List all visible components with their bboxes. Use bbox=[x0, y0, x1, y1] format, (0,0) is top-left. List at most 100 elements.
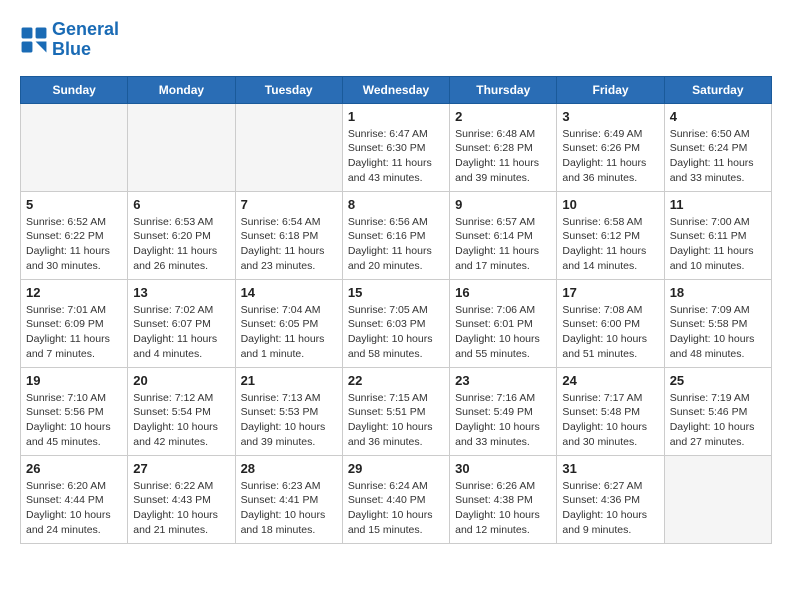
calendar-cell: 27Sunrise: 6:22 AM Sunset: 4:43 PM Dayli… bbox=[128, 455, 235, 543]
calendar-cell: 26Sunrise: 6:20 AM Sunset: 4:44 PM Dayli… bbox=[21, 455, 128, 543]
calendar-cell bbox=[664, 455, 771, 543]
day-info: Sunrise: 6:54 AM Sunset: 6:18 PM Dayligh… bbox=[241, 215, 337, 274]
day-info: Sunrise: 7:04 AM Sunset: 6:05 PM Dayligh… bbox=[241, 303, 337, 362]
day-info: Sunrise: 7:01 AM Sunset: 6:09 PM Dayligh… bbox=[26, 303, 122, 362]
calendar-cell: 9 Sunrise: 6:57 AM Sunset: 6:14 PM Daylig… bbox=[450, 191, 557, 279]
day-info: Sunrise: 7:15 AM Sunset: 5:51 PM Dayligh… bbox=[348, 391, 444, 450]
day-number: 15 bbox=[348, 285, 444, 300]
day-info: Sunrise: 7:09 AM Sunset: 5:58 PM Dayligh… bbox=[670, 303, 766, 362]
calendar-cell: 18 Sunrise: 7:09 AM Sunset: 5:58 PM Dayli… bbox=[664, 279, 771, 367]
day-info: Sunrise: 7:13 AM Sunset: 5:53 PM Dayligh… bbox=[241, 391, 337, 450]
calendar-cell: 24 Sunrise: 7:17 AM Sunset: 5:48 PM Dayli… bbox=[557, 367, 664, 455]
day-info: Sunrise: 6:47 AM Sunset: 6:30 PM Dayligh… bbox=[348, 127, 444, 186]
calendar-cell: 20Sunrise: 7:12 AM Sunset: 5:54 PM Dayli… bbox=[128, 367, 235, 455]
calendar-table: SundayMondayTuesdayWednesdayThursdayFrid… bbox=[20, 76, 772, 544]
calendar-cell: 4Sunrise: 6:50 AM Sunset: 6:24 PM Daylig… bbox=[664, 103, 771, 191]
day-info: Sunrise: 7:00 AM Sunset: 6:11 PM Dayligh… bbox=[670, 215, 766, 274]
day-info: Sunrise: 6:49 AM Sunset: 6:26 PM Dayligh… bbox=[562, 127, 658, 186]
day-number: 18 bbox=[670, 285, 766, 300]
header-wednesday: Wednesday bbox=[342, 76, 449, 103]
day-number: 21 bbox=[241, 373, 337, 388]
calendar-cell: 25Sunrise: 7:19 AM Sunset: 5:46 PM Dayli… bbox=[664, 367, 771, 455]
calendar-cell: 8 Sunrise: 6:56 AM Sunset: 6:16 PM Daylig… bbox=[342, 191, 449, 279]
day-info: Sunrise: 6:56 AM Sunset: 6:16 PM Dayligh… bbox=[348, 215, 444, 274]
calendar-cell: 31 Sunrise: 6:27 AM Sunset: 4:36 PM Dayli… bbox=[557, 455, 664, 543]
day-info: Sunrise: 6:53 AM Sunset: 6:20 PM Dayligh… bbox=[133, 215, 229, 274]
day-info: Sunrise: 7:08 AM Sunset: 6:00 PM Dayligh… bbox=[562, 303, 658, 362]
calendar-cell bbox=[235, 103, 342, 191]
day-info: Sunrise: 6:57 AM Sunset: 6:14 PM Dayligh… bbox=[455, 215, 551, 274]
day-number: 9 bbox=[455, 197, 551, 212]
calendar-cell: 13Sunrise: 7:02 AM Sunset: 6:07 PM Dayli… bbox=[128, 279, 235, 367]
day-number: 19 bbox=[26, 373, 122, 388]
calendar-cell: 29Sunrise: 6:24 AM Sunset: 4:40 PM Dayli… bbox=[342, 455, 449, 543]
day-number: 8 bbox=[348, 197, 444, 212]
day-number: 4 bbox=[670, 109, 766, 124]
calendar-cell: 12 Sunrise: 7:01 AM Sunset: 6:09 PM Dayli… bbox=[21, 279, 128, 367]
day-number: 24 bbox=[562, 373, 658, 388]
day-info: Sunrise: 7:10 AM Sunset: 5:56 PM Dayligh… bbox=[26, 391, 122, 450]
day-info: Sunrise: 6:58 AM Sunset: 6:12 PM Dayligh… bbox=[562, 215, 658, 274]
page-header: General Blue bbox=[20, 20, 772, 60]
header-saturday: Saturday bbox=[664, 76, 771, 103]
day-number: 20 bbox=[133, 373, 229, 388]
day-number: 23 bbox=[455, 373, 551, 388]
logo-text: General Blue bbox=[52, 20, 119, 60]
day-info: Sunrise: 6:48 AM Sunset: 6:28 PM Dayligh… bbox=[455, 127, 551, 186]
logo-icon bbox=[20, 26, 48, 54]
calendar-cell: 19 Sunrise: 7:10 AM Sunset: 5:56 PM Dayli… bbox=[21, 367, 128, 455]
calendar-cell bbox=[128, 103, 235, 191]
calendar-cell: 16 Sunrise: 7:06 AM Sunset: 6:01 PM Dayli… bbox=[450, 279, 557, 367]
calendar-cell: 28 Sunrise: 6:23 AM Sunset: 4:41 PM Dayli… bbox=[235, 455, 342, 543]
day-info: Sunrise: 7:05 AM Sunset: 6:03 PM Dayligh… bbox=[348, 303, 444, 362]
header-thursday: Thursday bbox=[450, 76, 557, 103]
day-number: 7 bbox=[241, 197, 337, 212]
day-number: 30 bbox=[455, 461, 551, 476]
day-info: Sunrise: 6:22 AM Sunset: 4:43 PM Dayligh… bbox=[133, 479, 229, 538]
header-sunday: Sunday bbox=[21, 76, 128, 103]
day-info: Sunrise: 6:52 AM Sunset: 6:22 PM Dayligh… bbox=[26, 215, 122, 274]
day-number: 22 bbox=[348, 373, 444, 388]
day-number: 29 bbox=[348, 461, 444, 476]
day-info: Sunrise: 7:02 AM Sunset: 6:07 PM Dayligh… bbox=[133, 303, 229, 362]
day-number: 11 bbox=[670, 197, 766, 212]
header-row: SundayMondayTuesdayWednesdayThursdayFrid… bbox=[21, 76, 772, 103]
day-number: 1 bbox=[348, 109, 444, 124]
calendar-cell: 14 Sunrise: 7:04 AM Sunset: 6:05 PM Dayli… bbox=[235, 279, 342, 367]
day-info: Sunrise: 7:17 AM Sunset: 5:48 PM Dayligh… bbox=[562, 391, 658, 450]
calendar-cell: 3Sunrise: 6:49 AM Sunset: 6:26 PM Daylig… bbox=[557, 103, 664, 191]
calendar-cell: 15 Sunrise: 7:05 AM Sunset: 6:03 PM Dayli… bbox=[342, 279, 449, 367]
header-friday: Friday bbox=[557, 76, 664, 103]
day-number: 5 bbox=[26, 197, 122, 212]
calendar-cell: 22 Sunrise: 7:15 AM Sunset: 5:51 PM Dayli… bbox=[342, 367, 449, 455]
calendar-cell: 30 Sunrise: 6:26 AM Sunset: 4:38 PM Dayli… bbox=[450, 455, 557, 543]
calendar-cell: 5 Sunrise: 6:52 AM Sunset: 6:22 PM Daylig… bbox=[21, 191, 128, 279]
calendar-cell: 17 Sunrise: 7:08 AM Sunset: 6:00 PM Dayli… bbox=[557, 279, 664, 367]
day-number: 31 bbox=[562, 461, 658, 476]
day-number: 6 bbox=[133, 197, 229, 212]
day-number: 14 bbox=[241, 285, 337, 300]
day-number: 17 bbox=[562, 285, 658, 300]
logo: General Blue bbox=[20, 20, 119, 60]
day-info: Sunrise: 6:26 AM Sunset: 4:38 PM Dayligh… bbox=[455, 479, 551, 538]
calendar-cell: 11 Sunrise: 7:00 AM Sunset: 6:11 PM Dayli… bbox=[664, 191, 771, 279]
day-number: 16 bbox=[455, 285, 551, 300]
day-info: Sunrise: 6:23 AM Sunset: 4:41 PM Dayligh… bbox=[241, 479, 337, 538]
day-number: 28 bbox=[241, 461, 337, 476]
calendar-cell: 10Sunrise: 6:58 AM Sunset: 6:12 PM Dayli… bbox=[557, 191, 664, 279]
day-number: 12 bbox=[26, 285, 122, 300]
week-row-3: 12 Sunrise: 7:01 AM Sunset: 6:09 PM Dayli… bbox=[21, 279, 772, 367]
header-tuesday: Tuesday bbox=[235, 76, 342, 103]
day-number: 25 bbox=[670, 373, 766, 388]
week-row-1: 1 Sunrise: 6:47 AM Sunset: 6:30 PM Daylig… bbox=[21, 103, 772, 191]
day-number: 26 bbox=[26, 461, 122, 476]
day-info: Sunrise: 6:27 AM Sunset: 4:36 PM Dayligh… bbox=[562, 479, 658, 538]
day-info: Sunrise: 7:16 AM Sunset: 5:49 PM Dayligh… bbox=[455, 391, 551, 450]
calendar-cell: 7 Sunrise: 6:54 AM Sunset: 6:18 PM Daylig… bbox=[235, 191, 342, 279]
calendar-cell: 23 Sunrise: 7:16 AM Sunset: 5:49 PM Dayli… bbox=[450, 367, 557, 455]
week-row-2: 5 Sunrise: 6:52 AM Sunset: 6:22 PM Daylig… bbox=[21, 191, 772, 279]
calendar-cell: 21 Sunrise: 7:13 AM Sunset: 5:53 PM Dayli… bbox=[235, 367, 342, 455]
calendar-cell: 2Sunrise: 6:48 AM Sunset: 6:28 PM Daylig… bbox=[450, 103, 557, 191]
day-info: Sunrise: 7:06 AM Sunset: 6:01 PM Dayligh… bbox=[455, 303, 551, 362]
calendar-cell: 1 Sunrise: 6:47 AM Sunset: 6:30 PM Daylig… bbox=[342, 103, 449, 191]
